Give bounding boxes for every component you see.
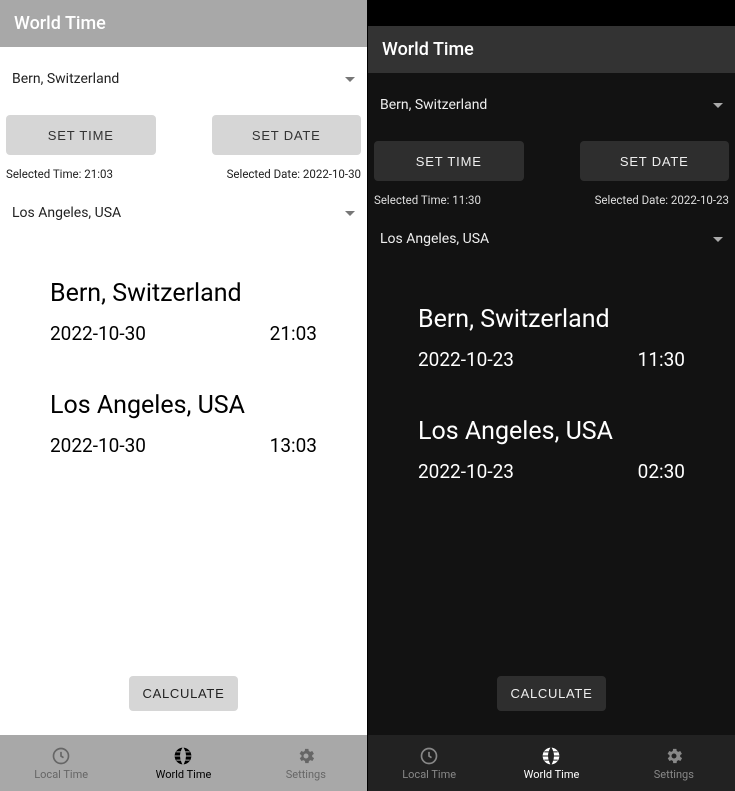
body: Bern, Switzerland SET TIME SET DATE Sele… (368, 73, 735, 735)
result-city: Los Angeles, USA (50, 391, 317, 420)
header-title: World Time (14, 13, 106, 34)
results: Bern, Switzerland 2022-10-23 11:30 Los A… (374, 305, 729, 529)
selected-date-label: Selected Date: 2022-10-23 (595, 193, 729, 207)
result-city: Los Angeles, USA (418, 417, 685, 446)
nav-local-time[interactable]: Local Time (368, 735, 490, 791)
source-city-value: Bern, Switzerland (380, 97, 487, 113)
source-city-value: Bern, Switzerland (12, 71, 119, 87)
result-time: 13:03 (270, 434, 317, 457)
button-row: SET TIME SET DATE (6, 115, 361, 155)
result-row: 2022-10-23 11:30 (418, 348, 685, 371)
calculate-button[interactable]: CALCULATE (129, 676, 239, 711)
result-row: 2022-10-30 21:03 (50, 322, 317, 345)
selected-time-label: Selected Time: 21:03 (6, 167, 113, 181)
target-city-value: Los Angeles, USA (12, 205, 121, 221)
selection-summary: Selected Time: 21:03 Selected Date: 2022… (6, 167, 361, 181)
calculate-wrap: CALCULATE (6, 676, 361, 711)
nav-label: Local Time (34, 768, 88, 781)
result-block-target: Los Angeles, USA 2022-10-30 13:03 (50, 391, 317, 457)
target-city-dropdown[interactable]: Los Angeles, USA (6, 193, 361, 233)
result-block-source: Bern, Switzerland 2022-10-30 21:03 (50, 279, 317, 345)
bottom-nav: Local Time World Time Settings (0, 735, 367, 791)
nav-label: Local Time (402, 768, 456, 781)
chevron-down-icon (345, 77, 355, 82)
selected-time-label: Selected Time: 11:30 (374, 193, 481, 207)
clock-icon (419, 746, 439, 766)
status-bar (368, 0, 735, 26)
nav-label: World Time (524, 768, 580, 781)
clock-icon (51, 746, 71, 766)
chevron-down-icon (713, 237, 723, 242)
app-header: World Time (0, 0, 367, 47)
set-date-button[interactable]: SET DATE (212, 115, 362, 155)
light-theme-pane: World Time Bern, Switzerland SET TIME SE… (0, 0, 367, 791)
result-date: 2022-10-23 (418, 348, 514, 371)
body: Bern, Switzerland SET TIME SET DATE Sele… (0, 47, 367, 735)
calculate-wrap: CALCULATE (374, 676, 729, 711)
result-date: 2022-10-30 (50, 434, 146, 457)
nav-world-time[interactable]: World Time (490, 735, 612, 791)
gear-icon (664, 746, 684, 766)
app-header: World Time (368, 26, 735, 73)
selection-summary: Selected Time: 11:30 Selected Date: 2022… (374, 193, 729, 207)
source-city-dropdown[interactable]: Bern, Switzerland (374, 85, 729, 125)
chevron-down-icon (713, 103, 723, 108)
result-time: 11:30 (638, 348, 685, 371)
target-city-dropdown[interactable]: Los Angeles, USA (374, 219, 729, 259)
gear-icon (296, 746, 316, 766)
result-block-target: Los Angeles, USA 2022-10-23 02:30 (418, 417, 685, 483)
header-title: World Time (382, 39, 474, 60)
result-date: 2022-10-30 (50, 322, 146, 345)
chevron-down-icon (345, 211, 355, 216)
result-time: 21:03 (270, 322, 317, 345)
nav-label: Settings (654, 768, 694, 781)
target-city-value: Los Angeles, USA (380, 231, 489, 247)
nav-local-time[interactable]: Local Time (0, 735, 122, 791)
dark-theme-pane: World Time Bern, Switzerland SET TIME SE… (368, 0, 735, 791)
result-block-source: Bern, Switzerland 2022-10-23 11:30 (418, 305, 685, 371)
button-row: SET TIME SET DATE (374, 141, 729, 181)
set-time-button[interactable]: SET TIME (6, 115, 156, 155)
source-city-dropdown[interactable]: Bern, Switzerland (6, 59, 361, 99)
result-date: 2022-10-23 (418, 460, 514, 483)
nav-settings[interactable]: Settings (613, 735, 735, 791)
globe-icon (173, 746, 193, 766)
result-time: 02:30 (638, 460, 685, 483)
result-city: Bern, Switzerland (418, 305, 685, 334)
nav-label: Settings (286, 768, 326, 781)
result-city: Bern, Switzerland (50, 279, 317, 308)
nav-label: World Time (156, 768, 212, 781)
result-row: 2022-10-23 02:30 (418, 460, 685, 483)
set-date-button[interactable]: SET DATE (580, 141, 730, 181)
calculate-button[interactable]: CALCULATE (497, 676, 607, 711)
results: Bern, Switzerland 2022-10-30 21:03 Los A… (6, 279, 361, 503)
set-time-button[interactable]: SET TIME (374, 141, 524, 181)
bottom-nav: Local Time World Time Settings (368, 735, 735, 791)
result-row: 2022-10-30 13:03 (50, 434, 317, 457)
selected-date-label: Selected Date: 2022-10-30 (227, 167, 361, 181)
globe-icon (541, 746, 561, 766)
nav-world-time[interactable]: World Time (122, 735, 244, 791)
nav-settings[interactable]: Settings (245, 735, 367, 791)
